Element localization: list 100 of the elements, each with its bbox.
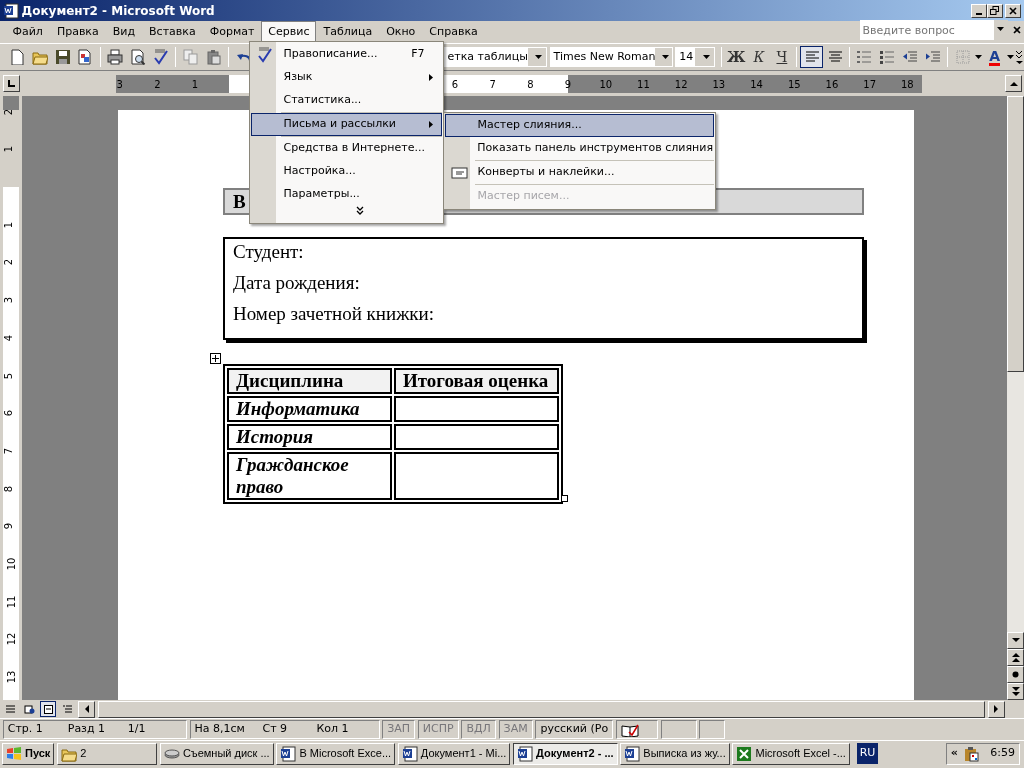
ruler-number: 7 bbox=[489, 77, 496, 92]
toolbar-options-icon[interactable] bbox=[1015, 49, 1024, 65]
status-indicator: ИСПР bbox=[417, 720, 459, 739]
caret-icon[interactable] bbox=[1006, 53, 1016, 61]
scroll-thumb[interactable] bbox=[1007, 96, 1024, 372]
taskbar-button[interactable]: 2 bbox=[57, 742, 158, 765]
ruler-number: 15 bbox=[787, 77, 801, 92]
size-combo[interactable]: 14 bbox=[675, 47, 716, 67]
down-arrow-icon bbox=[1011, 638, 1020, 643]
scroll-right-button[interactable] bbox=[988, 700, 1005, 718]
menu-item[interactable]: Файл bbox=[5, 20, 50, 43]
ruler-number: 6 bbox=[451, 77, 459, 92]
caret-icon bbox=[701, 53, 711, 61]
ruler-number: 3 bbox=[116, 77, 123, 92]
language-button[interactable]: RU bbox=[856, 743, 879, 764]
ruler-number: 6 bbox=[1, 410, 15, 417]
status-text: Разд 1 bbox=[67, 721, 107, 738]
align-left-button[interactable] bbox=[800, 46, 824, 68]
underline-button[interactable]: Ч bbox=[770, 46, 794, 68]
taskbar-button[interactable]: В Microsoft Exce... bbox=[276, 742, 396, 765]
spelling-icon bbox=[257, 46, 273, 63]
book-check-icon bbox=[620, 722, 639, 737]
clipboard-icon[interactable] bbox=[963, 745, 980, 762]
ruler-number: 11 bbox=[637, 77, 650, 92]
menu-item[interactable]: Окно bbox=[379, 20, 423, 43]
word-document-icon bbox=[401, 745, 418, 762]
ruler-number: 9 bbox=[1, 523, 15, 530]
info-line: Номер зачетной книжки: bbox=[233, 303, 435, 325]
ruler-number: 9 bbox=[564, 77, 572, 92]
menu-item[interactable]: Мастер слияния... bbox=[445, 114, 714, 137]
next-page-button[interactable] bbox=[1007, 683, 1024, 700]
ruler-number: 14 bbox=[750, 77, 763, 92]
menu-item[interactable]: Справка bbox=[422, 20, 485, 43]
menu-item[interactable]: Конверты и наклейки... bbox=[445, 161, 714, 184]
menu-item[interactable]: Правка bbox=[49, 20, 106, 43]
menu-item[interactable]: Правописание... F7 bbox=[251, 43, 442, 66]
paste-icon bbox=[205, 49, 222, 65]
minimize-button[interactable] bbox=[970, 3, 987, 18]
close-button[interactable] bbox=[1005, 3, 1022, 18]
restore-icon bbox=[990, 6, 999, 15]
scroll-thumb[interactable] bbox=[97, 700, 986, 718]
table-move-handle-icon[interactable] bbox=[210, 353, 221, 364]
double-down-arrow-icon bbox=[1011, 687, 1020, 696]
status-indicator: ЗАП bbox=[382, 720, 416, 739]
table-resize-handle[interactable] bbox=[561, 495, 568, 502]
menu-item[interactable]: Средства в Интернете... bbox=[251, 137, 442, 160]
ruler-number: 4 bbox=[1, 334, 15, 341]
browse-object-button[interactable] bbox=[1007, 666, 1024, 683]
word-document-icon bbox=[517, 745, 534, 762]
new-document-icon bbox=[8, 49, 25, 65]
menu-item[interactable]: Показать панель инструментов слияния bbox=[445, 137, 714, 160]
ruler-number: 12 bbox=[4, 633, 18, 646]
menu-item[interactable]: Вставка bbox=[142, 20, 203, 43]
menu-item[interactable]: Настройка... bbox=[251, 160, 442, 183]
status-text: Стр. 1 bbox=[7, 721, 44, 738]
tab-stop-icon bbox=[6, 79, 16, 88]
align-left-icon bbox=[803, 49, 820, 65]
borders-icon bbox=[954, 49, 971, 65]
caret-icon[interactable] bbox=[974, 53, 984, 61]
bold-button[interactable]: Ж bbox=[724, 46, 748, 68]
start-button[interactable]: Пуск bbox=[2, 742, 55, 765]
font-combo[interactable]: Times New Roman bbox=[549, 47, 673, 67]
menu-item[interactable]: Вид bbox=[105, 20, 143, 43]
font-color-button[interactable]: A bbox=[983, 46, 1007, 68]
folder-icon bbox=[31, 49, 48, 65]
previous-page-button[interactable] bbox=[1007, 649, 1024, 666]
scroll-down-button[interactable] bbox=[1007, 632, 1024, 649]
menu-item[interactable]: Формат bbox=[202, 20, 262, 43]
italic-button[interactable]: К bbox=[747, 46, 771, 68]
taskbar-button[interactable]: Съемный диск ... bbox=[159, 742, 274, 765]
copy-icon bbox=[182, 49, 199, 65]
help-search-field[interactable]: Введите вопрос bbox=[859, 20, 994, 41]
scroll-up-button[interactable] bbox=[1005, 75, 1022, 92]
expand-icon[interactable] bbox=[355, 206, 364, 215]
taskbar-button[interactable]: Выписка из жу... bbox=[620, 742, 730, 765]
ruler-number: 12 bbox=[674, 77, 688, 92]
style-combo[interactable]: етка таблицы bbox=[443, 47, 547, 67]
ruler-number: 8 bbox=[1, 485, 15, 492]
menu-item[interactable]: Язык bbox=[251, 66, 442, 89]
ruler-number: 2 bbox=[1, 259, 15, 266]
menu-item[interactable]: Статистика... bbox=[251, 89, 442, 112]
taskbar-button[interactable]: Microsoft Excel -... bbox=[732, 742, 850, 765]
spelling-icon bbox=[153, 49, 169, 65]
view-button[interactable] bbox=[40, 701, 57, 717]
close-icon[interactable] bbox=[1013, 26, 1022, 35]
print-preview-icon bbox=[130, 49, 147, 65]
outline-view-icon bbox=[61, 703, 73, 715]
menu-item[interactable]: Письма и рассылки bbox=[251, 113, 442, 136]
ruler-number: 18 bbox=[901, 77, 914, 92]
tab-selector[interactable] bbox=[2, 75, 20, 92]
caret-icon bbox=[996, 25, 1006, 34]
bullet-list-icon bbox=[879, 49, 896, 65]
numbered-list-icon bbox=[856, 49, 873, 65]
taskbar-button[interactable]: Документ1 - Mi... bbox=[397, 742, 511, 765]
taskbar-button[interactable]: Документ2 - ... bbox=[513, 742, 618, 765]
menu-item[interactable]: Таблица bbox=[316, 20, 380, 43]
tray-expand-button[interactable]: « bbox=[950, 745, 958, 762]
status-pane bbox=[660, 720, 697, 739]
scroll-left-button[interactable] bbox=[77, 700, 95, 718]
table-cell: История bbox=[227, 424, 392, 450]
